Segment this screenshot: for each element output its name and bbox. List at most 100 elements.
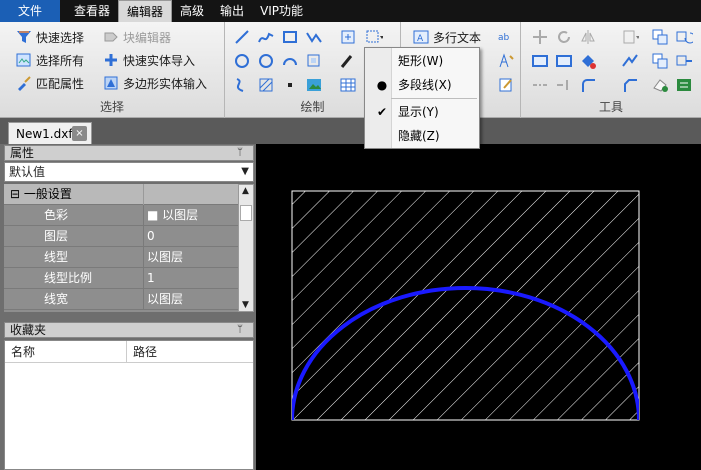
scroll-up-icon[interactable]: ▲ (242, 186, 249, 196)
trim-icon[interactable] (651, 52, 669, 70)
point-icon[interactable] (281, 76, 299, 94)
property-value[interactable]: 以图层 (143, 247, 238, 268)
property-value[interactable]: 0 (143, 226, 238, 247)
menu-separator (391, 98, 477, 99)
array-icon[interactable] (675, 28, 693, 46)
region-icon[interactable] (305, 52, 323, 70)
hatched-rectangle[interactable] (291, 190, 640, 421)
menu-file[interactable]: 文件 (0, 0, 60, 22)
circle-icon[interactable] (233, 52, 251, 70)
property-name: 线型比例 (44, 271, 93, 285)
drawing-svg (291, 190, 640, 421)
close-icon[interactable]: × (72, 126, 87, 141)
hatch-rect-dropdown-icon[interactable] (365, 28, 383, 46)
favorites-col-path[interactable]: 路径 (127, 341, 253, 363)
color-fill-icon[interactable] (579, 52, 597, 70)
document-tab-strip: New1.dxf × (0, 118, 701, 144)
scale-icon[interactable] (555, 52, 573, 70)
mirror-icon[interactable] (579, 28, 597, 46)
menu-tab-output[interactable]: 输出 (212, 0, 252, 22)
polygon-input-button[interactable]: 多边形实体输入 (103, 73, 207, 93)
insert-block-icon[interactable] (339, 28, 357, 46)
menu-item-hide[interactable]: 隐藏(Z) (365, 125, 479, 147)
property-value[interactable]: ■ 以图层 (143, 205, 238, 226)
property-name: 图层 (44, 229, 69, 243)
quick-select-button[interactable]: 快速选择 (16, 27, 84, 47)
property-name: 线宽 (44, 292, 69, 306)
tab-new1-dxf[interactable]: New1.dxf × (8, 122, 92, 144)
property-row-linetype[interactable]: 线型 以图层 (4, 247, 238, 268)
extend-icon[interactable] (675, 52, 693, 70)
chevron-down-icon: ▼ (241, 166, 249, 177)
chamfer-icon[interactable] (621, 76, 639, 94)
pin-icon[interactable]: ᛘ (237, 146, 243, 160)
section-value (143, 184, 238, 205)
property-row-color[interactable]: 色彩 ■ 以图层 (4, 205, 238, 226)
property-value[interactable]: 1 (143, 268, 238, 289)
spline-icon[interactable] (233, 76, 251, 94)
erase-icon[interactable] (651, 76, 669, 94)
menu-item-label: 显示(Y) (398, 105, 439, 119)
menu-tab-vip[interactable]: VIP功能 (252, 0, 311, 22)
property-name: 线型 (44, 250, 69, 264)
menu-item-label: 矩形(W) (398, 54, 444, 68)
properties-scrollbar[interactable]: ▲ ▼ (238, 184, 254, 312)
join-icon[interactable] (555, 76, 573, 94)
favorites-title-label: 收藏夹 (10, 323, 47, 337)
property-value[interactable]: 以图层 (143, 289, 238, 310)
explode-icon[interactable] (621, 52, 639, 70)
menu-item-polyline[interactable]: ● 多段线(X) (365, 74, 479, 96)
properties-selector-value: 默认值 (9, 165, 46, 179)
line-icon[interactable] (233, 28, 251, 46)
quick-import-button[interactable]: 快速实体导入 (103, 50, 195, 70)
arc-icon[interactable] (281, 52, 299, 70)
hatch-icon[interactable] (257, 76, 275, 94)
break-icon[interactable] (531, 76, 549, 94)
scroll-down-icon[interactable]: ▼ (242, 300, 249, 310)
rotate-icon[interactable] (555, 28, 573, 46)
favorites-header: 名称 路径 (5, 341, 253, 363)
plus-icon (105, 54, 117, 66)
tools-group: 工具 (521, 22, 701, 118)
move-icon[interactable] (531, 28, 549, 46)
layer-manager-icon[interactable] (675, 76, 693, 94)
stretch-icon[interactable] (531, 52, 549, 70)
menu-tab-viewer[interactable]: 查看器 (66, 0, 118, 22)
menu-item-show[interactable]: ✔ 显示(Y) (365, 101, 479, 123)
pin-icon[interactable]: ᛘ (237, 323, 243, 337)
copy-icon[interactable] (651, 28, 669, 46)
block-editor-label: 块编辑器 (123, 30, 172, 45)
note-edit-icon[interactable] (497, 76, 515, 94)
select-all-button[interactable]: 选择所有 (16, 50, 84, 70)
text-edit-icon[interactable] (497, 52, 515, 70)
favorites-col-name[interactable]: 名称 (5, 341, 127, 363)
pen-icon[interactable] (339, 52, 357, 70)
favorites-list: 名称 路径 (4, 340, 254, 470)
menu-tab-editor[interactable]: 编辑器 (118, 0, 173, 22)
property-row-layer[interactable]: 图层 0 (4, 226, 238, 247)
multiline-text-button[interactable]: A 多行文本 (413, 27, 481, 47)
block-editor-button[interactable]: 块编辑器 (103, 27, 171, 47)
drawing-canvas[interactable] (256, 144, 701, 470)
freehand-icon[interactable] (257, 28, 275, 46)
menu-tab-advanced[interactable]: 高级 (172, 0, 212, 22)
quick-select-label: 快速选择 (36, 30, 85, 45)
property-row-lineweight[interactable]: 线宽 以图层 (4, 289, 238, 310)
offset-icon[interactable] (621, 28, 639, 46)
table-icon[interactable] (339, 76, 357, 94)
properties-selector[interactable]: 默认值 ▼ (4, 162, 254, 182)
properties-section-general[interactable]: ⊟ 一般设置 (4, 184, 238, 205)
properties-panel-title: 属性 ᛘ (4, 145, 254, 161)
polyline-icon[interactable] (305, 28, 323, 46)
rectangle-icon[interactable] (281, 28, 299, 46)
image-insert-icon[interactable] (305, 76, 323, 94)
polygon-icon (104, 76, 118, 90)
match-props-button[interactable]: 匹配属性 (16, 73, 84, 93)
ellipse-icon[interactable] (257, 52, 275, 70)
text-style-icon[interactable]: ab (497, 28, 515, 46)
properties-grid: ⊟ 一般设置 色彩 ■ 以图层 图层 0 线型 以图层 线型比例 1 线宽 以图… (4, 184, 238, 312)
menu-item-rectangle[interactable]: 矩形(W) (365, 50, 479, 72)
property-row-linetype-scale[interactable]: 线型比例 1 (4, 268, 238, 289)
fillet-icon[interactable] (579, 76, 597, 94)
scroll-thumb[interactable] (240, 205, 252, 221)
